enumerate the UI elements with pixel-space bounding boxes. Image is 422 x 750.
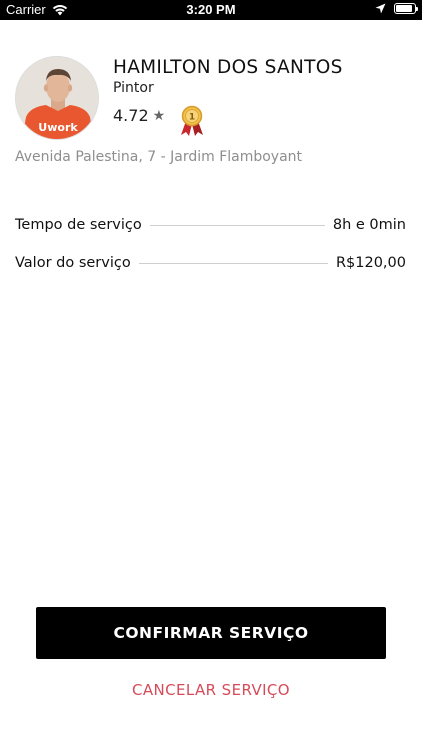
status-time: 3:20 PM: [186, 2, 236, 17]
battery-icon: [394, 3, 418, 14]
detail-row-service-time: Tempo de serviço 8h e 0min: [15, 217, 406, 233]
status-bar: Carrier 3:20 PM: [0, 0, 422, 20]
shirt-logo-text: Uwork: [38, 121, 78, 134]
star-icon: ★: [152, 107, 166, 124]
medal-rank: 1: [189, 113, 195, 123]
detail-value: 8h e 0min: [332, 217, 406, 233]
provider-name: HAMILTON DOS SANTOS: [113, 57, 343, 78]
location-arrow-icon: [375, 3, 386, 14]
medal-icon: 1: [181, 105, 203, 136]
address: Avenida Palestina, 7 - Jardim Flamboyant: [15, 149, 303, 165]
rating-value: 4.72: [113, 106, 149, 125]
confirm-service-button[interactable]: CONFIRMAR SERVIÇO: [36, 607, 386, 659]
rating: 4.72 ★: [113, 106, 165, 125]
dotted-leader: [149, 225, 325, 226]
detail-label: Tempo de serviço: [15, 217, 142, 233]
detail-value: R$120,00: [335, 255, 406, 271]
avatar: Uwork: [15, 56, 99, 140]
detail-label: Valor do serviço: [15, 255, 131, 271]
profile-photo: Uwork: [16, 57, 98, 139]
detail-row-service-value: Valor do serviço R$120,00: [15, 255, 406, 271]
cancel-service-button[interactable]: CANCELAR SERVIÇO: [36, 677, 386, 703]
dotted-leader: [138, 263, 328, 264]
service-confirmation-screen: Carrier 3:20 PM Uwork HAMILTON DOS SANTO…: [0, 0, 422, 750]
battery-level: [396, 5, 413, 12]
provider-role: Pintor: [113, 80, 154, 96]
status-right: [375, 3, 418, 14]
